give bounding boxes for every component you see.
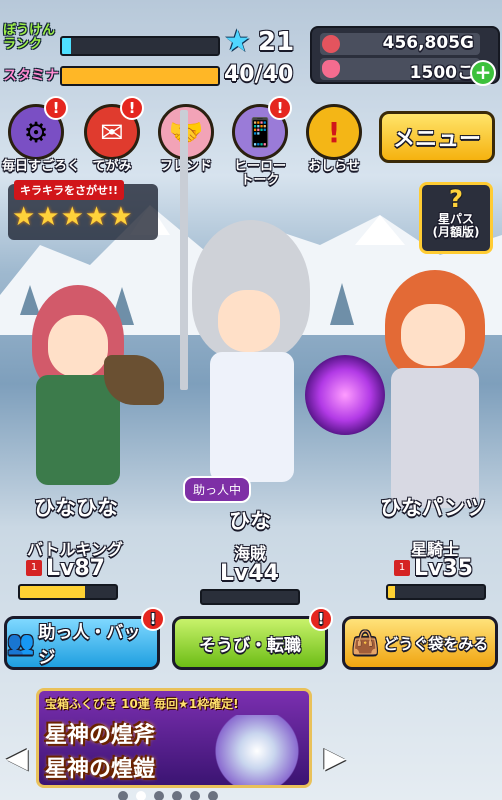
letters-button[interactable]: ✉ てがみ ! [78,96,146,184]
banner-line-1: 星神の煌斧 [45,723,156,748]
stamina-bar [60,66,220,86]
banner-page-dots [118,791,218,800]
item-button-label: どうぐ袋をみる [383,634,489,653]
character-face [401,304,465,366]
item-bag-button[interactable]: 👜 どうぐ袋をみる [342,616,498,670]
banner-headline: 宝箱ふくびき 10連 毎回★1枠確定! [45,697,239,711]
job-rank-icon: 1 [26,560,42,576]
notification-badge: ! [120,96,144,120]
character-face [48,315,108,377]
star-pass-sublabel: (月額版) [432,225,480,239]
page-dot[interactable] [172,791,182,800]
character-dress [210,352,294,482]
helping-badge: 助っ人中 [183,476,252,503]
news-button[interactable]: ! おしらせ [300,104,368,184]
character-name: ひなひな [34,496,118,520]
equip-button-label: そうび・転職 [199,635,301,656]
kirakira-title: キラキラをさがせ!! [14,180,125,200]
magic-orb [305,355,385,435]
page-dot-active[interactable] [136,791,146,800]
notification-badge: ! [268,96,292,120]
notification-badge: ! [309,607,333,631]
banner-prev-arrow[interactable]: ◀ [2,743,32,773]
kirakira-stars: ★★★★★ [12,202,134,232]
icon-label: おしらせ [308,159,360,174]
page-dot[interactable] [190,791,200,800]
character-armor [36,375,120,485]
icon-label: てがみ [92,159,132,174]
character-face [218,290,280,352]
banner-next-arrow[interactable]: ▶ [320,743,350,773]
banner-armor-art [211,715,303,785]
bag-icon: 👜 [351,630,380,656]
stamina-label: スタミナ [3,68,59,84]
rank-progress-fill [62,38,72,54]
gold-coin-icon [322,35,340,53]
stamina-fill [62,68,218,84]
character-level: Lv44 [220,561,279,586]
page-dot[interactable] [208,791,218,800]
character-level: Lv35 [414,556,473,581]
job-rank-icon: 1 [394,560,410,576]
kirakira-panel[interactable]: キラキラをさがせ!! ★★★★★ [8,180,158,240]
icon-label: 毎日すごろく [2,159,81,174]
gem-icon [322,60,340,78]
level-progress-fill [20,586,86,598]
character-right[interactable] [375,270,502,520]
character-name: ひな [229,509,271,533]
character-level: Lv87 [46,556,105,581]
level-progress-fill [388,586,395,598]
rank-label: ぼうけんランク [3,23,56,52]
rank-star-icon: ★ [224,24,251,59]
character-name: ひなパンツ [379,496,487,520]
page-dot[interactable] [118,791,128,800]
menu-button[interactable]: メニュー [379,111,495,163]
notification-badge: ! [44,96,68,120]
character-center[interactable] [180,110,320,490]
hero-talk-button[interactable]: 📱 ヒーロートーク ! [226,96,294,188]
exclamation-icon: ! [306,104,362,160]
question-icon: ? [449,185,463,213]
helper-button-label: 助っ人・バッジ [38,623,141,668]
level-progress-bar [18,584,118,600]
level-progress-bar [386,584,486,600]
level-progress-bar [200,589,300,605]
star-pass-button[interactable]: ? 星パス (月額版) [419,182,493,254]
page-dot[interactable] [154,791,164,800]
gold-row: 456,805G [320,33,480,55]
notification-badge: ! [141,607,165,631]
character-sword [180,110,188,390]
character-left[interactable] [18,285,164,495]
equipment-job-button[interactable]: そうび・転職 ! [172,607,333,670]
helper-badge-button[interactable]: 👥 助っ人・バッジ ! [4,607,165,670]
stamina-value: 40/40 [224,62,294,87]
icon-label: ヒーロートーク [233,159,286,188]
daily-sugoroku-button[interactable]: ⚙ 毎日すごろく ! [2,96,81,184]
gem-value: 1500こ [409,63,474,83]
gem-row: 1500こ [320,58,480,83]
banner-line-2: 星神の煌鎧 [45,757,156,782]
add-gems-button[interactable]: + [470,60,496,86]
gold-value: 456,805G [382,33,474,53]
rank-progress-bar [60,36,220,56]
gacha-banner[interactable]: 宝箱ふくびき 10連 毎回★1枠確定! 星神の煌斧 星神の煌鎧 [36,688,312,788]
character-armor [391,368,479,508]
helper-icon: 👥 [7,630,35,656]
rank-value: 21 [258,27,295,57]
